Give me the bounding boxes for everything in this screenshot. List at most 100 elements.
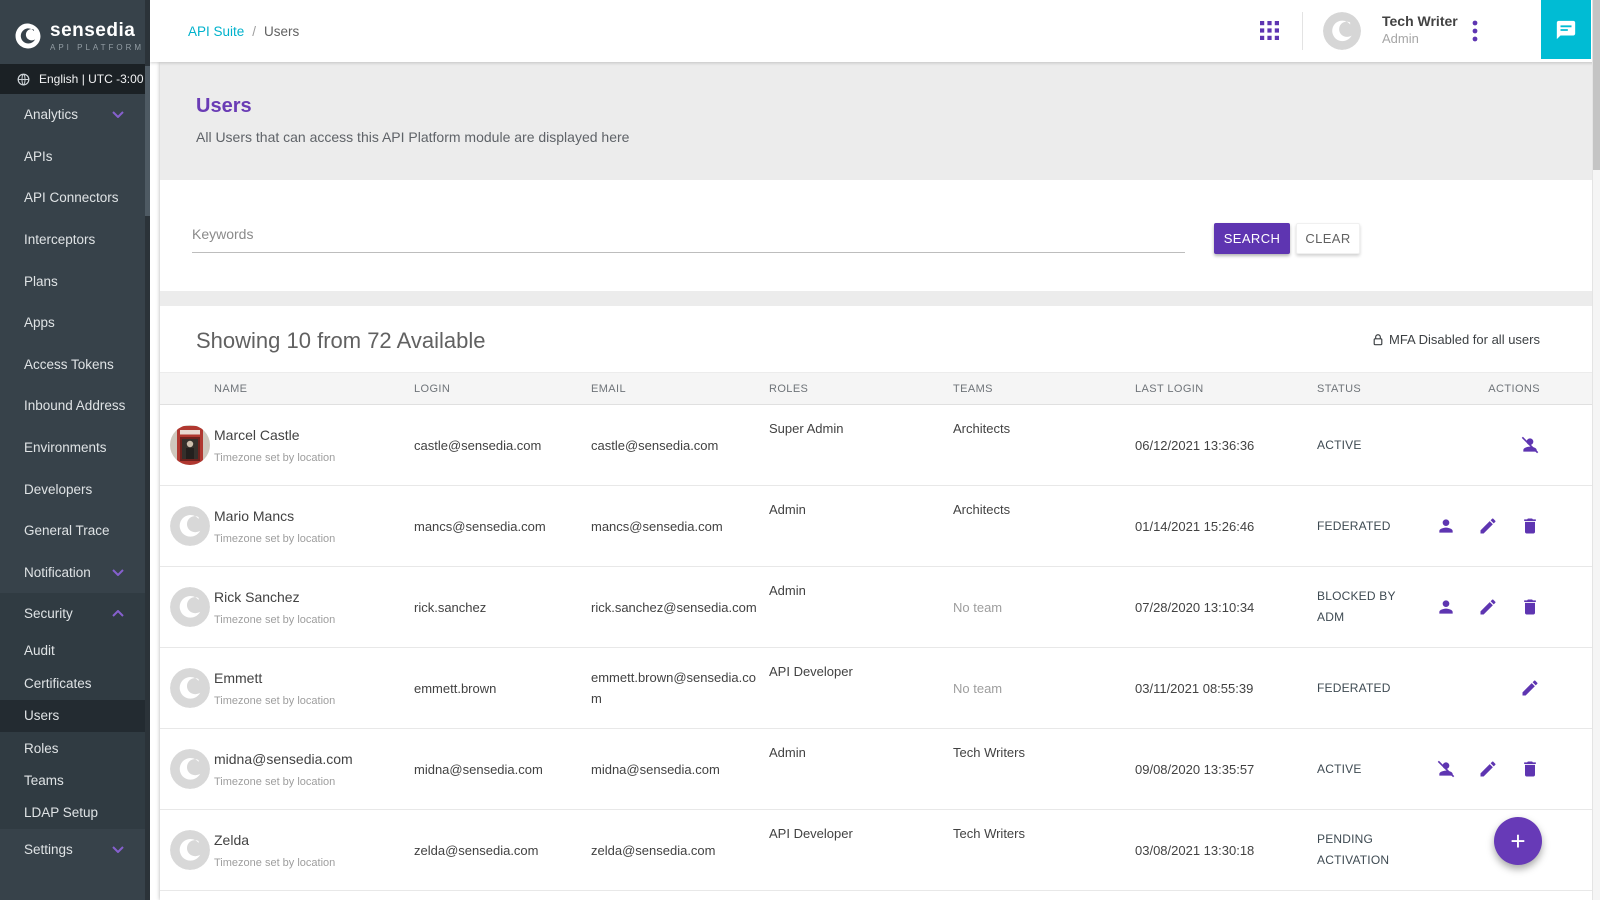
avatar-placeholder-icon bbox=[1323, 12, 1361, 50]
sidebar-item-label: Inbound Address bbox=[24, 398, 125, 413]
sidebar-item-certificates[interactable]: Certificates bbox=[0, 667, 150, 699]
sidebar-item-label: Plans bbox=[24, 274, 58, 289]
actions-cell bbox=[1432, 597, 1592, 617]
sidebar-item-label: Roles bbox=[24, 741, 59, 756]
sidebar-item-label: Developers bbox=[24, 482, 92, 497]
page-scrollbar-thumb[interactable] bbox=[1593, 0, 1600, 170]
app-logo: sensedia API PLATFORM bbox=[0, 0, 150, 60]
person-off-action-icon[interactable] bbox=[1436, 759, 1456, 779]
breadcrumb: API Suite / Users bbox=[188, 0, 299, 62]
sidebar-item-analytics[interactable]: Analytics bbox=[0, 94, 150, 136]
sidebar-item-audit[interactable]: Audit bbox=[0, 635, 150, 667]
sidebar-item-label: LDAP Setup bbox=[24, 805, 98, 820]
sidebar-item-interceptors[interactable]: Interceptors bbox=[0, 219, 150, 261]
logo-title: sensedia bbox=[50, 21, 144, 41]
sidebar-item-security[interactable]: Security bbox=[0, 593, 150, 635]
table-row: midna@sensedia.com Timezone set by locat… bbox=[160, 729, 1592, 810]
sidebar-item-label: API Connectors bbox=[24, 190, 119, 205]
locale-selector[interactable]: English | UTC -3:00 bbox=[0, 64, 150, 94]
col-header-actions: ACTIONS bbox=[1432, 383, 1592, 395]
table-row: Marcel Castle Timezone set by location c… bbox=[160, 405, 1592, 486]
edit-action-icon[interactable] bbox=[1478, 516, 1498, 536]
last-login-cell: 03/11/2021 08:55:39 bbox=[1135, 681, 1317, 696]
user-avatar[interactable] bbox=[1323, 12, 1361, 50]
last-login-cell: 09/08/2020 13:35:57 bbox=[1135, 762, 1317, 777]
edit-action-icon[interactable] bbox=[1520, 678, 1540, 698]
email-cell: midna@sensedia.com bbox=[591, 759, 769, 780]
sidebar-item-access-tokens[interactable]: Access Tokens bbox=[0, 344, 150, 386]
sidebar-item-ldap-setup[interactable]: LDAP Setup bbox=[0, 797, 150, 829]
sidebar-item-apis[interactable]: APIs bbox=[0, 136, 150, 178]
status-cell: ACTIVE bbox=[1317, 435, 1409, 456]
sidebar-item-api-connectors[interactable]: API Connectors bbox=[0, 177, 150, 219]
results-summary: Showing 10 from 72 Available bbox=[196, 328, 485, 354]
chevron-down-icon bbox=[112, 846, 124, 853]
breadcrumb-parent-link[interactable]: API Suite bbox=[188, 24, 244, 39]
sidebar-scrollbar-thumb[interactable] bbox=[145, 66, 150, 216]
user-role: Admin bbox=[1382, 30, 1458, 48]
sidebar-item-developers[interactable]: Developers bbox=[0, 468, 150, 510]
avatar-photo bbox=[170, 425, 210, 465]
sidebar-item-inbound-address[interactable]: Inbound Address bbox=[0, 385, 150, 427]
sidebar-item-label: Teams bbox=[24, 773, 64, 788]
person-action-icon[interactable] bbox=[1436, 597, 1456, 617]
main-content: Users All Users that can access this API… bbox=[160, 62, 1592, 900]
section-divider bbox=[160, 291, 1592, 306]
roles-cell: Admin bbox=[769, 486, 953, 517]
col-header-teams: TEAMS bbox=[953, 383, 1135, 395]
login-cell: castle@sensedia.com bbox=[414, 438, 591, 453]
person-action-icon[interactable] bbox=[1436, 516, 1456, 536]
actions-cell bbox=[1432, 678, 1592, 698]
users-table-section: Showing 10 from 72 Available MFA Disable… bbox=[160, 306, 1592, 891]
email-cell: emmett.brown@sensedia.com bbox=[591, 667, 769, 709]
col-header-roles: ROLES bbox=[769, 383, 953, 395]
sidebar-item-apps[interactable]: Apps bbox=[0, 302, 150, 344]
delete-action-icon[interactable] bbox=[1520, 759, 1540, 779]
topbar-divider bbox=[1302, 12, 1303, 50]
chat-button[interactable] bbox=[1541, 0, 1591, 59]
delete-action-icon[interactable] bbox=[1520, 597, 1540, 617]
sensedia-logo-icon bbox=[14, 22, 42, 50]
sidebar-item-label: Audit bbox=[24, 643, 55, 658]
sidebar-item-label: APIs bbox=[24, 149, 53, 164]
avatar-placeholder-icon bbox=[170, 587, 210, 627]
sidebar-nav: Analytics APIs API Connectors Intercepto… bbox=[0, 94, 150, 871]
edit-action-icon[interactable] bbox=[1478, 759, 1498, 779]
mfa-status: MFA Disabled for all users bbox=[1371, 332, 1540, 347]
email-cell: castle@sensedia.com bbox=[591, 435, 769, 456]
sidebar-item-plans[interactable]: Plans bbox=[0, 260, 150, 302]
page-scrollbar bbox=[1592, 0, 1600, 900]
sidebar-item-users[interactable]: Users bbox=[0, 700, 150, 732]
timezone-note: Timezone set by location bbox=[214, 776, 414, 788]
search-button[interactable]: SEARCH bbox=[1214, 223, 1290, 254]
mfa-label: MFA Disabled for all users bbox=[1389, 332, 1540, 347]
sidebar-item-settings[interactable]: Settings bbox=[0, 829, 150, 871]
user-name: Rick Sanchez bbox=[214, 589, 414, 605]
sidebar-item-general-trace[interactable]: General Trace bbox=[0, 510, 150, 552]
email-cell: rick.sanchez@sensedia.com bbox=[591, 597, 769, 618]
edit-action-icon[interactable] bbox=[1478, 597, 1498, 617]
timezone-note: Timezone set by location bbox=[214, 614, 414, 626]
table-row: Zelda Timezone set by location zelda@sen… bbox=[160, 810, 1592, 891]
sidebar-item-roles[interactable]: Roles bbox=[0, 732, 150, 764]
sidebar-item-teams[interactable]: Teams bbox=[0, 764, 150, 796]
sidebar-item-label: Interceptors bbox=[24, 232, 95, 247]
sidebar-item-label: General Trace bbox=[24, 523, 110, 538]
user-name: Mario Mancs bbox=[214, 508, 414, 524]
kebab-menu-icon[interactable] bbox=[1472, 20, 1478, 42]
lock-icon bbox=[1371, 333, 1385, 347]
sidebar-item-notification[interactable]: Notification bbox=[0, 552, 150, 594]
status-cell: ACTIVE bbox=[1317, 759, 1409, 780]
sidebar-item-label: Users bbox=[24, 708, 59, 723]
add-user-button[interactable]: + bbox=[1494, 817, 1542, 865]
status-cell: BLOCKED BY ADM bbox=[1317, 586, 1409, 628]
last-login-cell: 07/28/2020 13:10:34 bbox=[1135, 600, 1317, 615]
person-off-action-icon[interactable] bbox=[1520, 435, 1540, 455]
avatar bbox=[170, 506, 210, 546]
keywords-input[interactable] bbox=[192, 220, 1185, 253]
table-row: Emmett Timezone set by location emmett.b… bbox=[160, 648, 1592, 729]
delete-action-icon[interactable] bbox=[1520, 516, 1540, 536]
sidebar-item-environments[interactable]: Environments bbox=[0, 427, 150, 469]
apps-grid-icon[interactable] bbox=[1260, 21, 1279, 40]
clear-button[interactable]: CLEAR bbox=[1296, 223, 1360, 254]
